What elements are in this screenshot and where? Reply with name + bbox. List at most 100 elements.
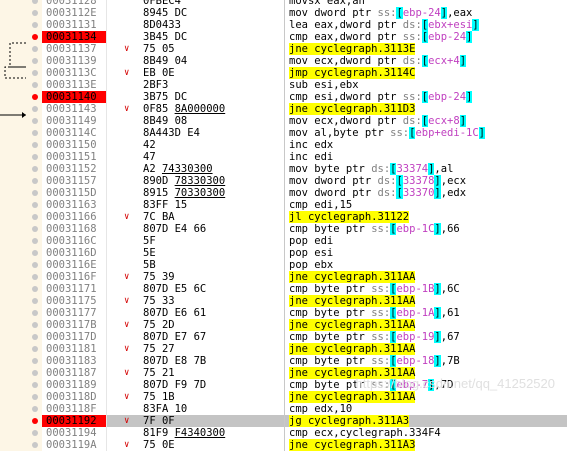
breakpoint-slot-icon[interactable] xyxy=(32,250,38,256)
instruction-text: jg cyclegraph.311A3 xyxy=(289,415,410,427)
column-divider xyxy=(284,415,285,427)
disasm-row[interactable]: 0003112E 8945 DC mov dword ptr ss:[ebp-24]… xyxy=(0,7,567,19)
column-divider xyxy=(106,439,107,451)
breakpoint-slot-icon[interactable] xyxy=(32,130,38,136)
disasm-row[interactable]: 00031128 0FBEC4 movsx eax,ah xyxy=(0,0,567,7)
disasm-row[interactable]: 00031163 83FF 15 cmp edi,15 xyxy=(0,199,567,211)
disasm-row[interactable]: 00031181 ∨ 75 27 jne cyclegraph.311AA xyxy=(0,343,567,355)
breakpoint-slot-icon[interactable] xyxy=(32,22,38,28)
disasm-row[interactable]: 00031149 8B49 08 mov ecx,dword ptr ds:[ecx… xyxy=(0,115,567,127)
column-divider xyxy=(284,79,285,91)
disasm-row[interactable]: 00031171 807D E5 6C cmp byte ptr ss:[ebp-1… xyxy=(0,283,567,295)
column-divider xyxy=(284,19,285,31)
breakpoint-slot-icon[interactable] xyxy=(32,358,38,364)
instruction-text: movsx eax,ah xyxy=(289,0,365,7)
breakpoint-slot-icon[interactable] xyxy=(32,226,38,232)
column-divider xyxy=(106,259,107,271)
breakpoint-slot-icon[interactable] xyxy=(32,286,38,292)
breakpoint-slot-icon[interactable] xyxy=(32,310,38,316)
address-cell: 00031168 xyxy=(46,223,97,235)
instruction-text: mov byte ptr ds:[33374],al xyxy=(289,163,454,175)
instruction-text: mov al,byte ptr ss:[ebp+edi-1C] xyxy=(289,127,485,139)
breakpoint-slot-icon[interactable] xyxy=(32,70,38,76)
opcode-bytes: 0F85 8A000000 xyxy=(143,103,226,115)
breakpoint-slot-icon[interactable] xyxy=(32,238,38,244)
breakpoint-slot-icon[interactable] xyxy=(32,118,38,124)
address-cell: 00031151 xyxy=(46,151,97,163)
disasm-row[interactable]: 0003114C 8A443D E4 mov al,byte ptr ss:[ebp… xyxy=(0,127,567,139)
disasm-row[interactable]: 00031140 3B75 DC cmp esi,dword ptr ss:[ebp… xyxy=(0,91,567,103)
breakpoint-icon[interactable] xyxy=(32,418,38,424)
breakpoint-slot-icon[interactable] xyxy=(32,190,38,196)
column-divider xyxy=(106,355,107,367)
disasm-row[interactable]: 0003118D ∨ 75 1B jne cyclegraph.311AA xyxy=(0,391,567,403)
address-cell: 0003118F xyxy=(46,403,97,415)
disasm-row[interactable]: 00031194 81F9 F4340300 cmp ecx,cyclegraph.… xyxy=(0,427,567,439)
breakpoint-slot-icon[interactable] xyxy=(32,46,38,52)
breakpoint-slot-icon[interactable] xyxy=(32,346,38,352)
breakpoint-slot-icon[interactable] xyxy=(32,106,38,112)
disasm-row[interactable]: 0003116F ∨ 75 39 jne cyclegraph.311AA xyxy=(0,271,567,283)
instruction-text: mov dword ptr ds:[33370],edx xyxy=(289,187,467,199)
breakpoint-slot-icon[interactable] xyxy=(32,394,38,400)
disassembly-view[interactable]: 00031128 0FBEC4 movsx eax,ah 0003112E 8945 D… xyxy=(0,0,567,451)
address-cell: 00031166 xyxy=(46,211,97,223)
breakpoint-slot-icon[interactable] xyxy=(32,298,38,304)
disasm-row[interactable]: 00031175 ∨ 75 33 jne cyclegraph.311AA xyxy=(0,295,567,307)
breakpoint-slot-icon[interactable] xyxy=(32,406,38,412)
disasm-row[interactable]: 0003118F 83FA 10 cmp edx,10 xyxy=(0,403,567,415)
disasm-row[interactable]: 00031152 A2 74330300 mov byte ptr ds:[3337… xyxy=(0,163,567,175)
breakpoint-slot-icon[interactable] xyxy=(32,322,38,328)
disasm-row[interactable]: 0003117D 807D E7 67 cmp byte ptr ss:[ebp-1… xyxy=(0,331,567,343)
breakpoint-slot-icon[interactable] xyxy=(32,82,38,88)
disasm-row[interactable]: 00031166 ∨ 7C BA jl cyclegraph.31122 xyxy=(0,211,567,223)
breakpoint-slot-icon[interactable] xyxy=(32,334,38,340)
column-divider xyxy=(106,91,107,103)
breakpoint-slot-icon[interactable] xyxy=(32,430,38,436)
disasm-row[interactable]: 00031137 ∨ 75 05 jne cyclegraph.3113E xyxy=(0,43,567,55)
opcode-bytes: 8A443D E4 xyxy=(143,127,200,139)
instruction-text: jne cyclegraph.311AA xyxy=(289,271,416,283)
disasm-row[interactable]: 0003119A ∨ 75 0E jne cyclegraph.311A3 xyxy=(0,439,567,451)
disasm-row[interactable]: 00031131 8D0433 lea eax,dword ptr ds:[ebx+… xyxy=(0,19,567,31)
disasm-row[interactable]: 00031134 3B45 DC cmp eax,dword ptr ss:[ebp… xyxy=(0,31,567,43)
disasm-row[interactable]: 00031151 47 inc edi xyxy=(0,151,567,163)
breakpoint-slot-icon[interactable] xyxy=(32,142,38,148)
disasm-row[interactable]: 00031177 807D E6 61 cmp byte ptr ss:[ebp-1… xyxy=(0,307,567,319)
breakpoint-slot-icon[interactable] xyxy=(32,154,38,160)
breakpoint-slot-icon[interactable] xyxy=(32,178,38,184)
disasm-row[interactable]: 0003113C ∨ EB 0E jmp cyclegraph.3114C xyxy=(0,67,567,79)
disasm-row[interactable]: 0003116E 5B pop ebx xyxy=(0,259,567,271)
disasm-row[interactable]: 0003117B ∨ 75 2D jne cyclegraph.311AA xyxy=(0,319,567,331)
disasm-row[interactable]: 00031168 807D E4 66 cmp byte ptr ss:[ebp-1… xyxy=(0,223,567,235)
breakpoint-slot-icon[interactable] xyxy=(32,262,38,268)
disasm-row[interactable]: 00031183 807D E8 7B cmp byte ptr ss:[ebp-1… xyxy=(0,355,567,367)
breakpoint-slot-icon[interactable] xyxy=(32,214,38,220)
disasm-row[interactable]: 0003116D 5E pop esi xyxy=(0,247,567,259)
address-cell: 0003116D xyxy=(46,247,97,259)
opcode-bytes: 75 1B xyxy=(143,391,175,403)
breakpoint-slot-icon[interactable] xyxy=(32,202,38,208)
breakpoint-slot-icon[interactable] xyxy=(32,442,38,448)
breakpoint-slot-icon[interactable] xyxy=(32,166,38,172)
disasm-row[interactable]: 00031143 ∨ 0F85 8A000000 jne cyclegraph.311… xyxy=(0,103,567,115)
breakpoint-slot-icon[interactable] xyxy=(32,10,38,16)
column-divider xyxy=(106,247,107,259)
disasm-row[interactable]: 0003115D 8915 70330300 mov dword ptr ds:[3… xyxy=(0,187,567,199)
breakpoint-slot-icon[interactable] xyxy=(32,274,38,280)
disasm-row[interactable]: 00031139 8B49 04 mov ecx,dword ptr ds:[ecx… xyxy=(0,55,567,67)
disasm-row[interactable]: 00031157 890D 78330300 mov dword ptr ds:[3… xyxy=(0,175,567,187)
breakpoint-slot-icon[interactable] xyxy=(32,370,38,376)
column-divider xyxy=(106,163,107,175)
instruction-text: jne cyclegraph.311A3 xyxy=(289,439,416,451)
breakpoint-slot-icon[interactable] xyxy=(32,58,38,64)
breakpoint-slot-icon[interactable] xyxy=(32,382,38,388)
breakpoint-icon[interactable] xyxy=(32,94,38,100)
breakpoint-icon[interactable] xyxy=(32,34,38,40)
disasm-row[interactable]: 00031150 42 inc edx xyxy=(0,139,567,151)
column-divider xyxy=(106,319,107,331)
disasm-row[interactable]: 0003113E 2BF3 sub esi,ebx xyxy=(0,79,567,91)
disasm-row[interactable]: 00031192 ∨ 7F 0F jg cyclegraph.311A3 xyxy=(0,415,567,427)
column-divider xyxy=(284,43,285,55)
disasm-row[interactable]: 0003116C 5F pop edi xyxy=(0,235,567,247)
